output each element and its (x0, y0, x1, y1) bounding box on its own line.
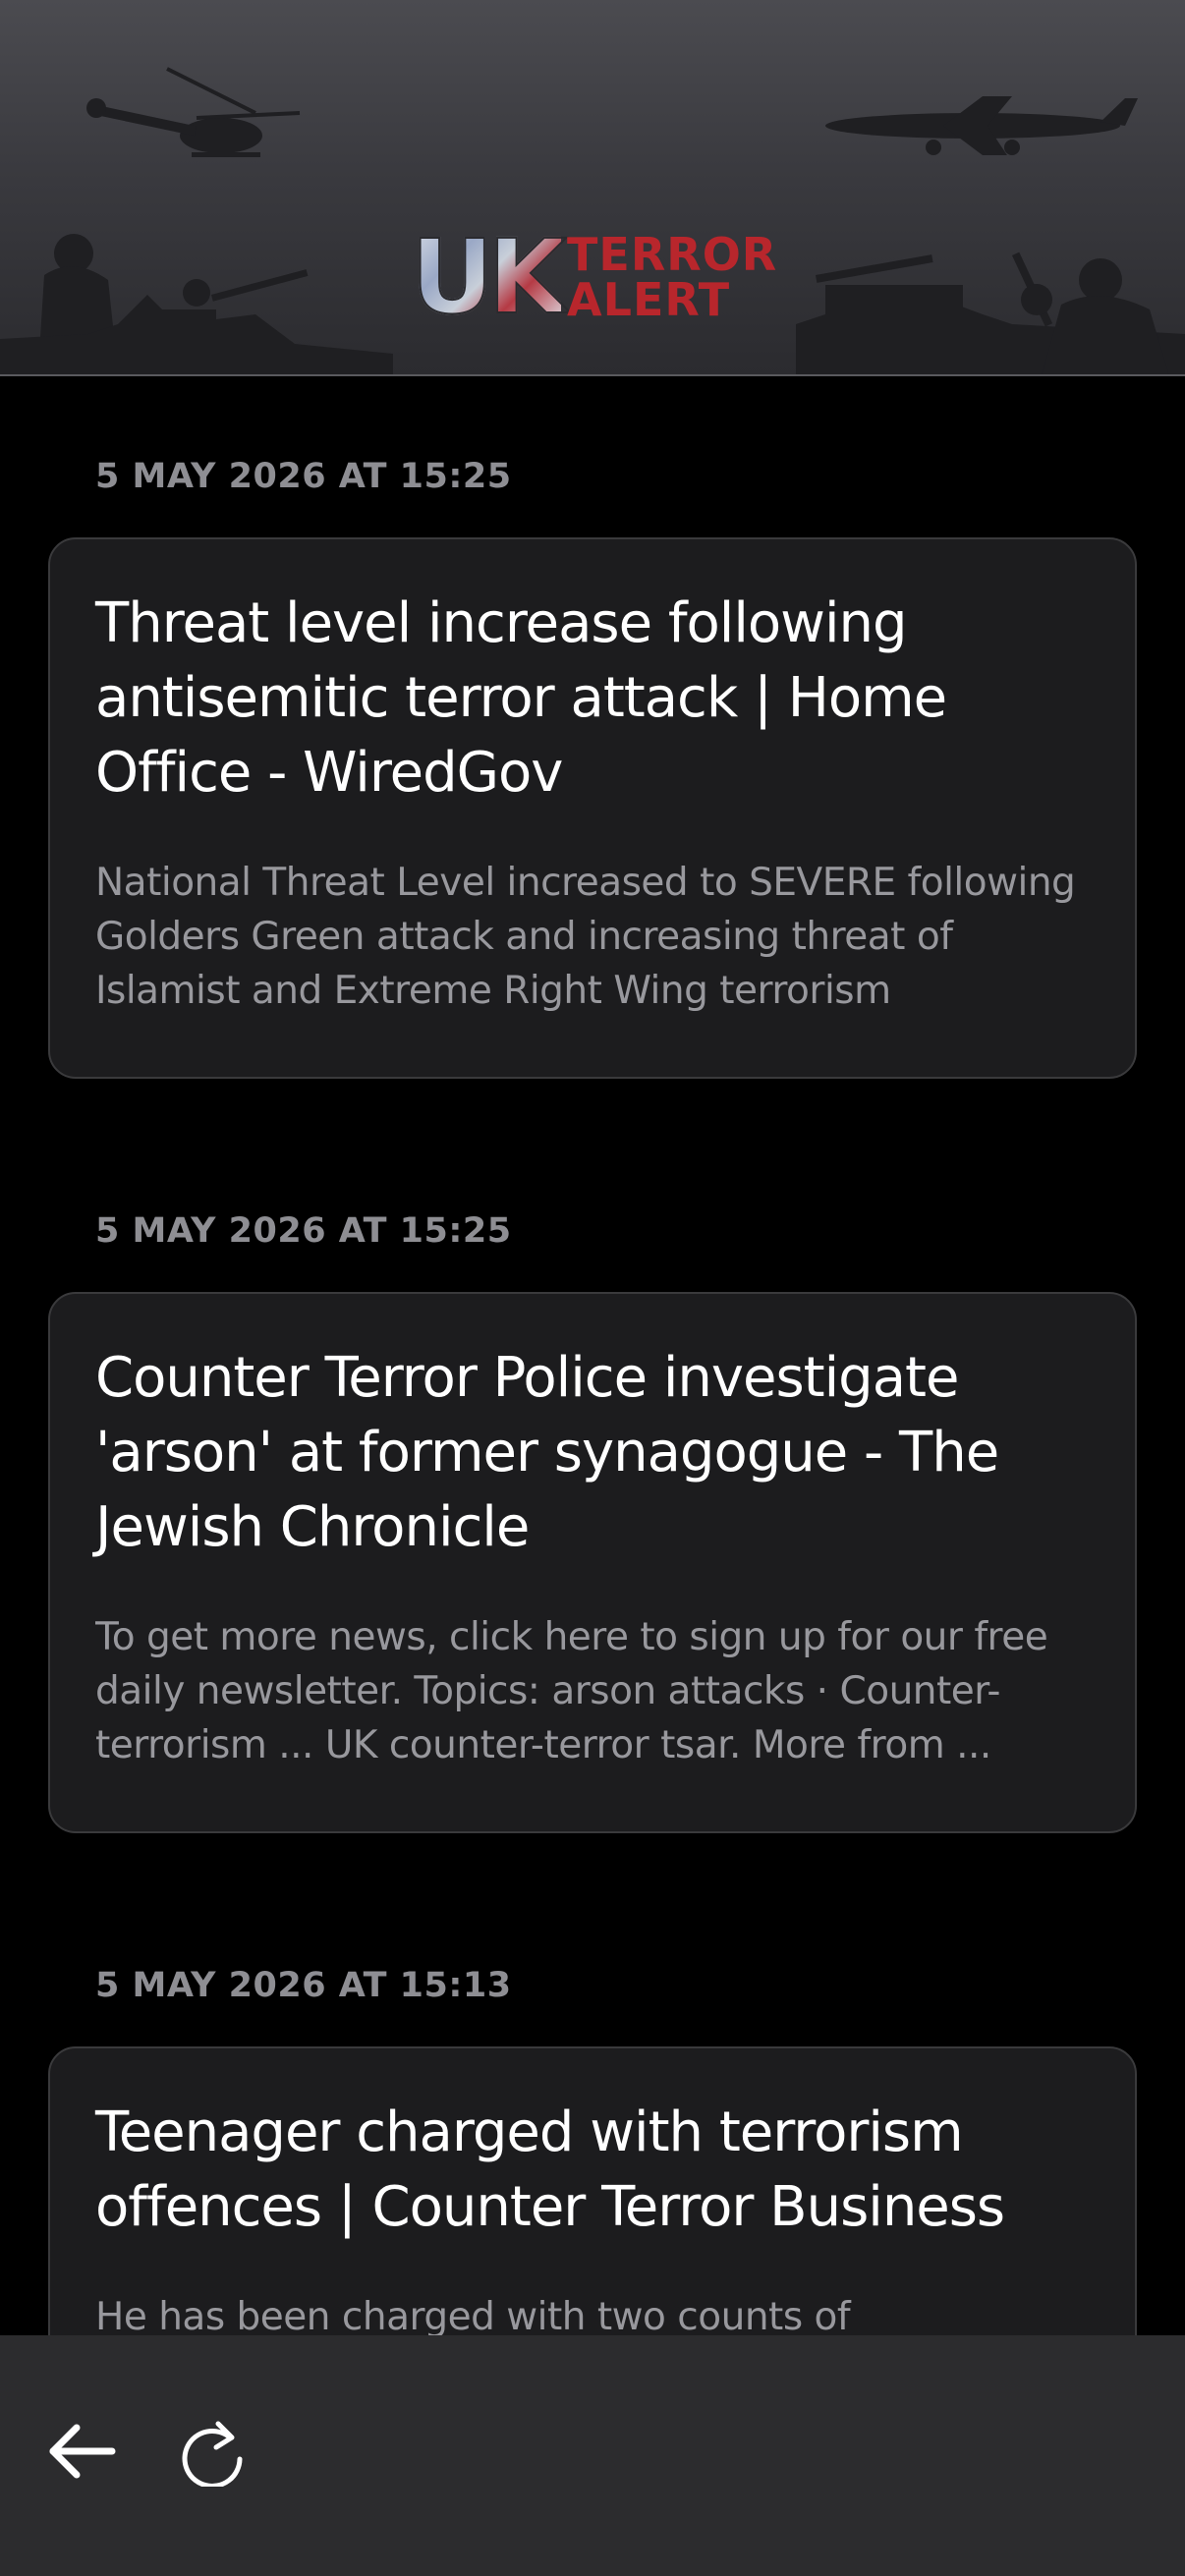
news-card[interactable]: Counter Terror Police investigate 'arson… (48, 1292, 1137, 1833)
news-date-label: 5 MAY 2026 AT 15:13 (95, 1966, 512, 2005)
reload-button[interactable] (169, 2407, 257, 2495)
news-card-title: Counter Terror Police investigate 'arson… (95, 1346, 999, 1559)
logo-words: TERROR ALERT (567, 232, 777, 322)
logo-word-alert: ALERT (567, 273, 731, 326)
helicopter-icon (86, 67, 301, 157)
logo-uk-text: UK (410, 217, 568, 337)
uk-terror-alert-logo: UK TERROR ALERT (410, 217, 777, 337)
header-banner: UK TERROR ALERT (0, 0, 1185, 376)
airplane-icon (825, 96, 1138, 155)
back-button[interactable] (37, 2407, 126, 2495)
logo-word-terror: TERROR (567, 228, 778, 281)
bottom-toolbar (0, 2335, 1185, 2576)
arrow-left-icon (49, 2424, 116, 2479)
reload-icon (182, 2421, 243, 2487)
news-card-title: Threat level increase following antisemi… (95, 591, 947, 805)
tank-right-icon (796, 252, 1185, 374)
news-date-label: 5 MAY 2026 AT 15:25 (95, 457, 512, 496)
app-screen: UK TERROR ALERT 5 MAY 2026 AT 15:25 Thre… (0, 0, 1185, 2576)
news-date-label: 5 MAY 2026 AT 15:25 (95, 1211, 512, 1251)
soldiers-left-icon (0, 234, 393, 374)
news-card-summary: National Threat Level increased to SEVER… (95, 861, 1076, 1013)
news-card-title: Teenager charged with terrorism offences… (95, 2100, 1005, 2239)
news-card-summary: To get more news, click here to sign up … (95, 1615, 1048, 1767)
news-card[interactable]: Threat level increase following antisemi… (48, 537, 1137, 1079)
